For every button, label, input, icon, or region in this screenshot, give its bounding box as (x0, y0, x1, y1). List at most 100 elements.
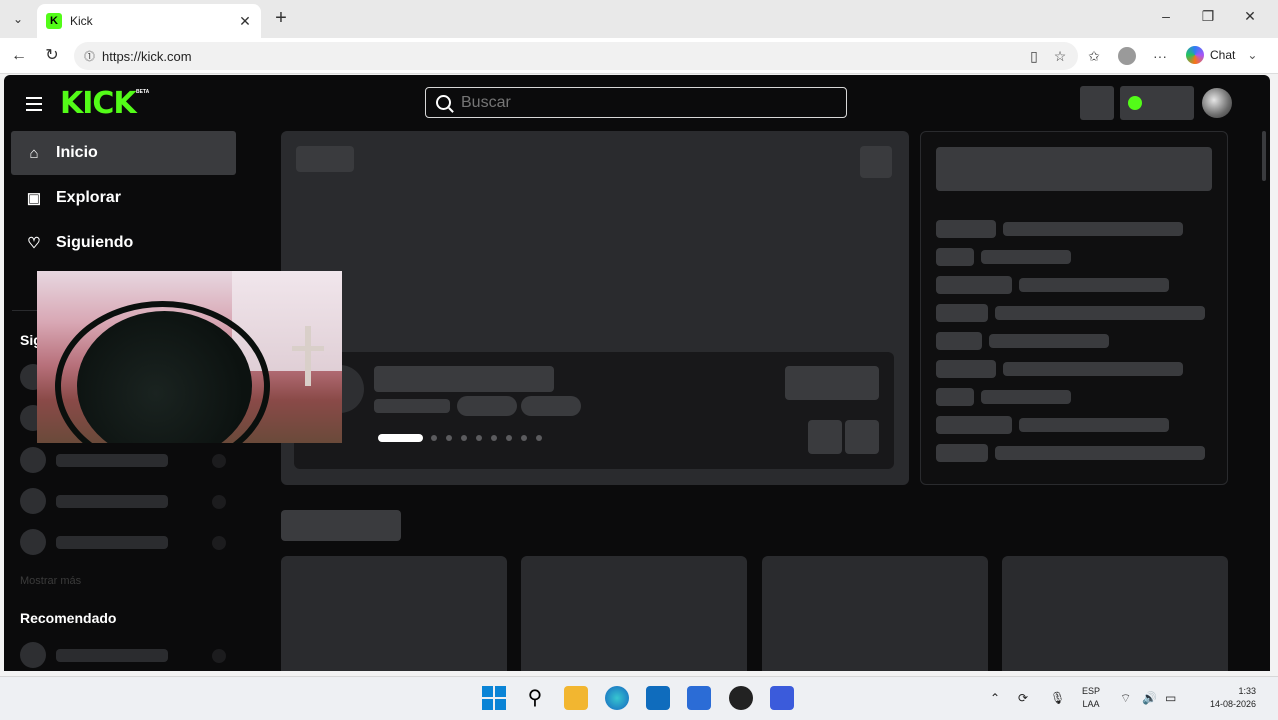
search-input[interactable] (461, 93, 841, 112)
recommended-section-title: Recomendado (20, 610, 117, 626)
search-icon (436, 95, 451, 110)
sidebar-item-siguiendo[interactable]: ♡ Siguiendo (11, 221, 236, 265)
beta-badge: BETA (136, 89, 150, 95)
channel-skeleton-viewers (212, 454, 226, 468)
user-avatar[interactable] (1202, 88, 1232, 118)
clock-time: 1:33 (1238, 686, 1256, 696)
new-tab-button[interactable]: + (270, 7, 292, 29)
clock-date: 14-08-2026 (1209, 699, 1256, 709)
chevron-down-icon[interactable]: ⌄ (1247, 48, 1257, 62)
profile-icon[interactable] (1117, 46, 1137, 66)
windows-start-icon[interactable] (482, 686, 506, 710)
header-kick-button[interactable] (1120, 86, 1194, 120)
carousel-dot[interactable] (446, 435, 452, 441)
carousel-dot[interactable] (491, 435, 497, 441)
channel-skeleton-viewers (212, 495, 226, 509)
carousel-dot-active[interactable] (378, 434, 423, 442)
edge-browser-icon[interactable] (605, 686, 629, 710)
page-scrollbar[interactable] (1262, 131, 1266, 181)
carousel-dot[interactable] (431, 435, 437, 441)
stream-card[interactable] (762, 556, 988, 671)
sidebar-item-label: Inicio (56, 144, 98, 161)
browser-tabbar: ⌄ K Kick ✕ + – ❐ ✕ (0, 0, 1278, 38)
carousel-prev-button[interactable] (808, 420, 842, 454)
microphone-icon[interactable]: 🎙 (1050, 691, 1065, 705)
stream-card[interactable] (281, 556, 507, 671)
keyboard-layout: LAA (1082, 699, 1100, 709)
wifi-icon[interactable]: ⌔ (1120, 691, 1131, 706)
panel-skeleton-label (936, 444, 988, 462)
tab-close-icon[interactable]: ✕ (235, 13, 255, 30)
search-taskbar-icon[interactable]: ⚲ (523, 686, 547, 710)
favorite-star-icon[interactable]: ☆ (1050, 46, 1070, 66)
panel-skeleton-value (1019, 278, 1169, 292)
back-arrow-icon[interactable]: ← (8, 45, 30, 67)
carousel-next-button[interactable] (845, 420, 879, 454)
carousel-dot[interactable] (476, 435, 482, 441)
panel-skeleton-label (936, 416, 1012, 434)
copilot-icon (1186, 46, 1204, 64)
home-icon: ⌂ (29, 144, 39, 162)
recorder-app-icon[interactable] (729, 686, 753, 710)
stream-card[interactable] (521, 556, 747, 671)
kick-coin-icon (1128, 96, 1142, 110)
kick-logo[interactable]: KICK (60, 86, 137, 121)
store-icon[interactable] (687, 686, 711, 710)
channel-skeleton-avatar (20, 529, 46, 555)
sidebar-item-explorar[interactable]: ▣ Explorar (11, 176, 236, 220)
system-clock[interactable]: 1:33 14-08-2026 (1196, 685, 1256, 711)
panel-skeleton-label (936, 332, 982, 350)
restore-button[interactable]: ❐ (1188, 8, 1228, 30)
webcam-crucifix (305, 326, 311, 386)
stream-card[interactable] (1002, 556, 1228, 671)
panel-skeleton-value (981, 250, 1071, 264)
channel-skeleton-name (56, 536, 168, 549)
sidebar-item-inicio[interactable]: ⌂ Inicio (11, 131, 236, 175)
browser-tab-kick[interactable]: K Kick ✕ (37, 4, 261, 38)
sidebar-item-label: Explorar (56, 189, 121, 206)
panel-skeleton-label (936, 304, 988, 322)
panel-skeleton-value (981, 390, 1071, 404)
carousel-dot[interactable] (461, 435, 467, 441)
battery-icon[interactable]: ▭ (1165, 691, 1176, 705)
hero-skeleton-tag (521, 396, 581, 416)
more-menu-icon[interactable]: ··· (1150, 46, 1170, 66)
section-skeleton-title (281, 510, 401, 541)
chat-label: Chat (1210, 48, 1236, 62)
channel-skeleton-viewers (212, 649, 226, 663)
minimize-button[interactable]: – (1146, 8, 1186, 30)
tab-list-chevron-icon[interactable]: ⌄ (6, 8, 30, 30)
file-explorer-icon[interactable] (564, 686, 588, 710)
chevron-up-icon[interactable]: ⌃ (990, 691, 1000, 705)
copilot-chat-button[interactable]: Chat ⌄ (1186, 46, 1257, 64)
carousel-dot[interactable] (521, 435, 527, 441)
panel-skeleton-label (936, 388, 974, 406)
channel-skeleton-avatar (20, 642, 46, 668)
refresh-icon[interactable]: ↻ (41, 45, 63, 67)
header-placeholder-button[interactable] (1080, 86, 1114, 120)
show-more-link[interactable]: Mostrar más (20, 575, 81, 587)
reader-mode-icon[interactable]: ▯ (1024, 46, 1044, 66)
menu-icon[interactable] (26, 97, 42, 115)
panel-skeleton-header (936, 147, 1212, 191)
url-bar[interactable]: ⓵ https://kick.com (74, 42, 1078, 70)
panel-skeleton-label (936, 276, 1012, 294)
panel-skeleton-value (995, 446, 1205, 460)
favorites-icon[interactable]: ✩ (1084, 46, 1104, 66)
channel-skeleton-viewers (212, 536, 226, 550)
outlook-icon[interactable] (646, 686, 670, 710)
sync-icon[interactable]: ⟳ (1018, 691, 1028, 705)
panel-skeleton-value (1019, 418, 1169, 432)
channel-skeleton-name (56, 495, 168, 508)
heart-icon: ♡ (27, 235, 41, 252)
roblox-icon[interactable] (770, 686, 794, 710)
carousel-dot[interactable] (536, 435, 542, 441)
carousel-dot[interactable] (506, 435, 512, 441)
channel-skeleton-name (56, 454, 168, 467)
channel-skeleton-avatar (20, 488, 46, 514)
close-window-button[interactable]: ✕ (1230, 8, 1270, 30)
language-indicator[interactable]: ESP LAA (1082, 685, 1100, 711)
search-box[interactable] (425, 87, 847, 118)
channel-skeleton-avatar (20, 447, 46, 473)
volume-icon[interactable]: 🔊 (1142, 691, 1157, 705)
